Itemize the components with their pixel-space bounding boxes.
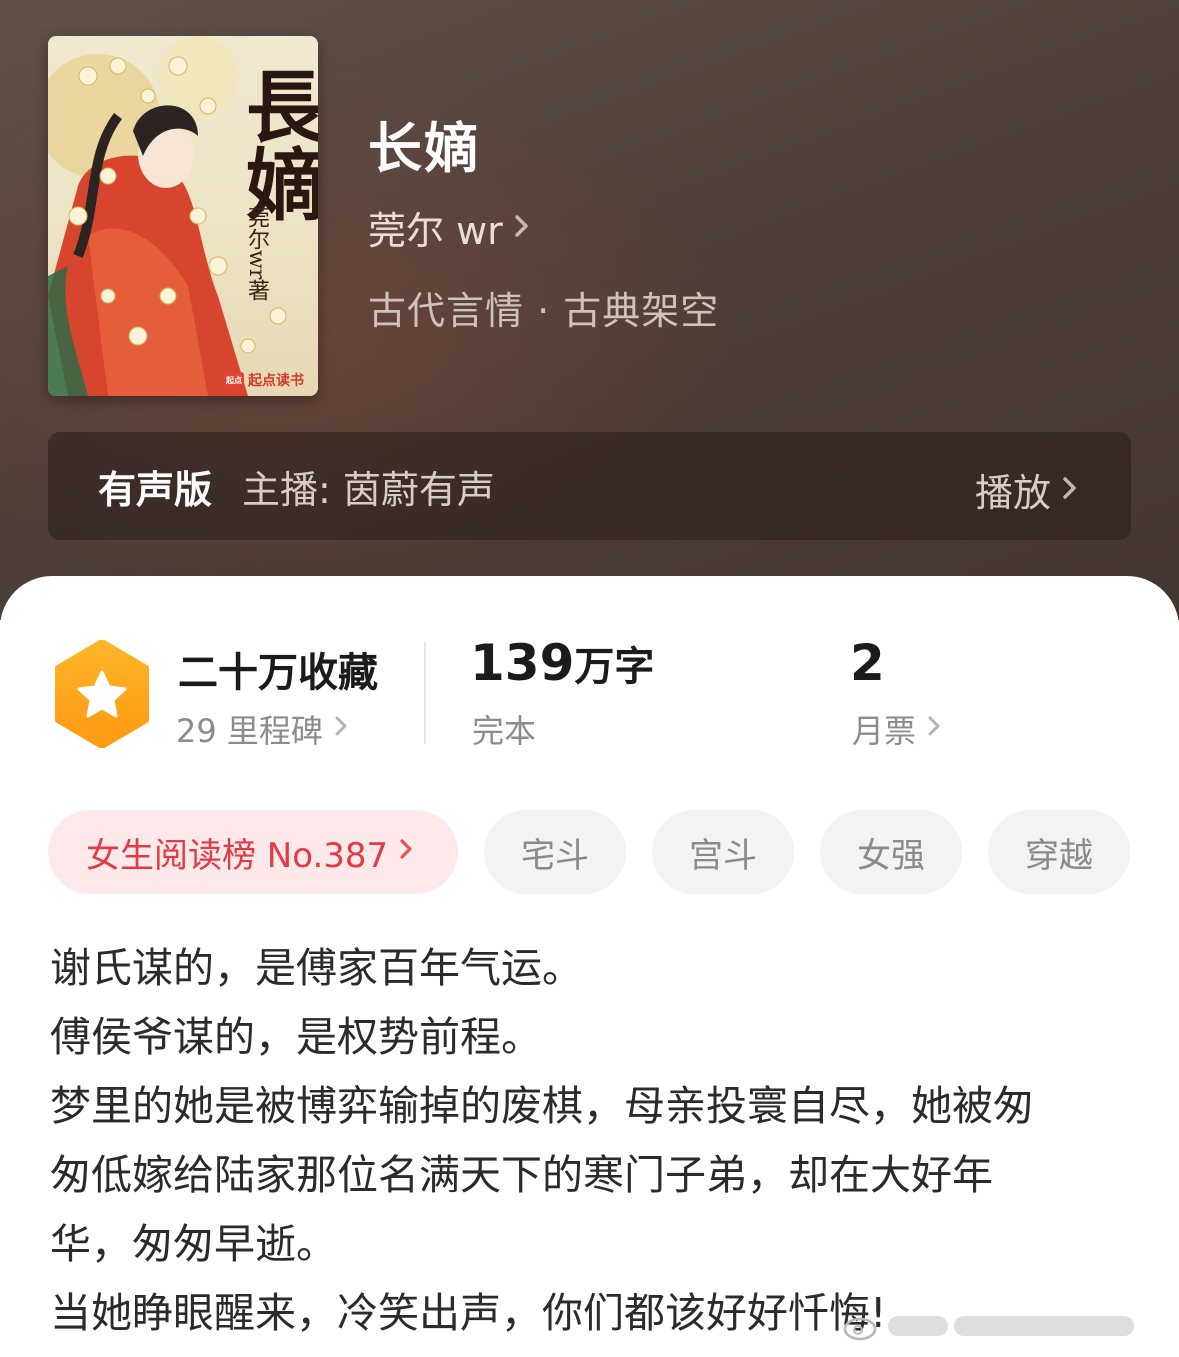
tag-zhaidou[interactable]: 宅斗	[484, 810, 626, 894]
monthly-votes-number: 2	[850, 634, 885, 692]
book-title: 长嫡	[368, 117, 480, 180]
chevron-right-icon	[513, 206, 531, 250]
ranking-label: 女生阅读榜 No.387	[86, 835, 389, 876]
brand-logo-icon: 起点	[224, 372, 244, 390]
book-status: 完本	[472, 712, 537, 750]
watermark-blur	[954, 1316, 1134, 1336]
book-genre[interactable]: 古代言情 · 古典架空	[368, 280, 719, 335]
monthly-votes-link[interactable]: 月票	[852, 706, 942, 752]
audio-label: 有声版	[98, 467, 213, 512]
play-button[interactable]: 播放	[975, 462, 1079, 517]
description-line: 梦里的她是被博弈输掉的废棋，母亲投寰自尽，她被匆	[50, 1082, 1034, 1130]
cover-brand: 起点 起点读书	[224, 370, 304, 390]
book-header: 長嫡 莞尔wr著 起点 起点读书 长嫡 莞尔 wr 古代言情 · 古典架空 有声版…	[0, 0, 1179, 620]
book-description[interactable]: 谢氏谋的，是傅家百年气运。 傅侯爷谋的，是权势前程。 梦里的她是被博弈输掉的废棋…	[50, 934, 1140, 1348]
milestones-label: 29 里程碑	[176, 712, 323, 750]
watermark-blur	[888, 1316, 948, 1336]
tag-gongdou[interactable]: 宫斗	[652, 810, 794, 894]
favorites-star-icon	[52, 639, 152, 749]
cover-author: 莞尔wr著	[244, 206, 269, 302]
monthly-votes-count: 2	[850, 634, 885, 692]
description-line: 傅侯爷谋的，是权势前程。	[50, 1013, 542, 1061]
ranking-tag[interactable]: 女生阅读榜 No.387	[48, 810, 458, 894]
chevron-right-icon	[1061, 468, 1079, 512]
stats-divider	[424, 642, 426, 744]
cover-brand-label: 起点读书	[248, 373, 304, 389]
description-line: 华，匆匆早逝。	[50, 1220, 337, 1268]
author-name: 莞尔 wr	[368, 209, 503, 253]
chevron-right-icon	[926, 710, 942, 748]
chevron-right-icon	[398, 832, 414, 872]
author-link[interactable]: 莞尔 wr	[368, 200, 531, 255]
audio-edition-bar[interactable]: 有声版 主播: 茵蔚有声 播放	[48, 432, 1131, 540]
description-line: 谢氏谋的，是傅家百年气运。	[50, 944, 583, 992]
word-count-unit: 万字	[574, 644, 655, 690]
description-line: 匆低嫁给陆家那位名满天下的寒门子弟，却在大好年	[50, 1151, 993, 1199]
word-count-number: 139	[470, 634, 575, 692]
tag-nvqiang[interactable]: 女强	[820, 810, 962, 894]
cover-title: 長嫡	[233, 66, 318, 222]
chevron-right-icon	[333, 710, 349, 748]
favorites-count: 二十万收藏	[178, 650, 378, 696]
audio-host: 主播: 茵蔚有声	[242, 467, 495, 512]
book-cover[interactable]: 長嫡 莞尔wr著 起点 起点读书	[48, 36, 318, 396]
tag-chuanyue[interactable]: 穿越	[988, 810, 1130, 894]
weibo-icon	[843, 1317, 877, 1341]
word-count: 139万字	[470, 634, 654, 692]
play-label: 播放	[974, 471, 1051, 515]
watermark	[842, 1306, 1172, 1346]
milestones-link[interactable]: 29 里程碑	[176, 706, 349, 752]
monthly-votes-label: 月票	[852, 712, 917, 750]
